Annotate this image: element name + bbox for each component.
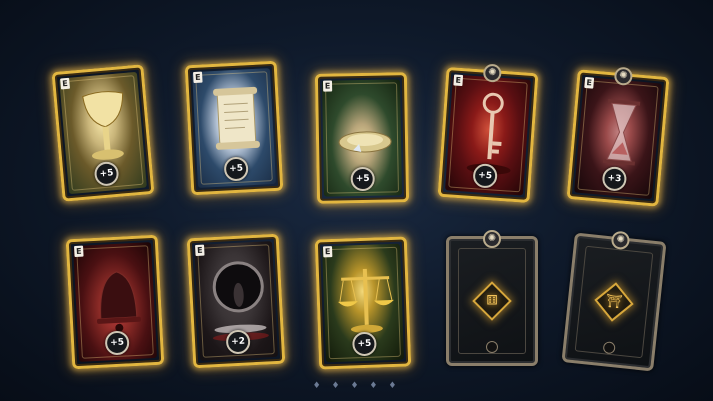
card-corner-label: E [453,74,464,87]
card-dark-portal[interactable]: E +2 [186,233,286,369]
card-offering-dish[interactable]: E +5 [314,72,410,204]
card-corner-label: E [195,244,205,257]
die-icon: ⚅ [486,293,498,309]
shrine-icon: ⛩ [605,293,623,311]
card-back-die-sigil[interactable]: ✺ ⚅ [446,230,538,366]
card-corner-label: E [74,245,84,258]
card-corner-label: E [322,246,333,258]
card-corner-label: E [193,71,203,84]
card-corner-label: E [322,80,333,92]
card-corner-label: E [60,77,71,90]
card-hourglass[interactable]: E ✺ +3 [566,66,670,207]
card-back-shrine-sigil[interactable]: ✺ ⛩ [561,230,667,372]
reward-card-board: E +5 E +5 E +5 E ✺ +5 E ✺ +3 E +5 E +2 E… [0,0,713,401]
card-top-emblem: ✺ [610,230,631,251]
card-corner-label: E [584,76,595,89]
page-indicator: ♦ ♦ ♦ ♦ ♦ [312,381,401,391]
card-ancient-scroll[interactable]: E +5 [184,60,284,196]
card-back-bottom-ornament [486,341,498,353]
card-top-emblem: ✺ [483,230,501,248]
card-crimson-key[interactable]: E ✺ +5 [437,63,539,204]
card-golden-scales[interactable]: E +5 [314,236,412,370]
card-golden-chalice[interactable]: E +5 [51,64,155,202]
card-iron-bell[interactable]: E +5 [65,234,165,370]
